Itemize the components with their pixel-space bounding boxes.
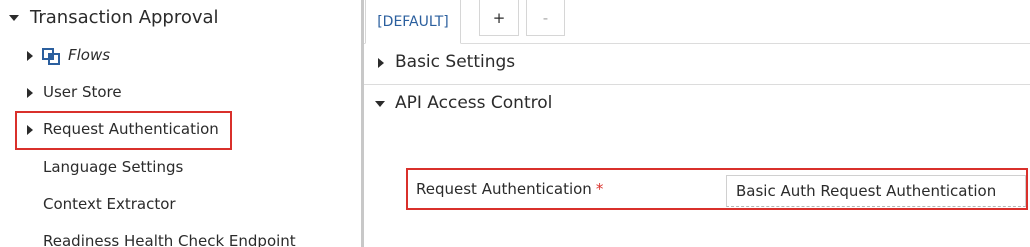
add-tab-button[interactable]: + bbox=[479, 0, 519, 36]
tree-item-label: Context Extractor bbox=[43, 195, 176, 213]
section-api-access-control[interactable]: API Access Control bbox=[364, 85, 1030, 126]
caret-right-icon[interactable] bbox=[27, 88, 33, 98]
field-label: Request Authentication * bbox=[416, 180, 603, 198]
field-label-text: Request Authentication bbox=[416, 180, 592, 198]
tree-item-label: Flows bbox=[68, 46, 111, 64]
tab-bar: [DEFAULT] + - bbox=[364, 0, 1030, 44]
tree-node-label: Transaction Approval bbox=[30, 7, 219, 28]
caret-right-icon[interactable] bbox=[27, 51, 33, 61]
required-marker: * bbox=[595, 180, 604, 198]
tree-item-readiness-health-check[interactable]: Readiness Health Check Endpoint bbox=[0, 228, 361, 247]
request-authentication-field: Request Authentication * bbox=[406, 168, 1028, 210]
request-authentication-input[interactable] bbox=[726, 175, 1026, 207]
caret-down-icon[interactable] bbox=[9, 15, 19, 21]
highlight-frame bbox=[15, 111, 232, 150]
flows-icon bbox=[42, 48, 60, 65]
tree-item-label: User Store bbox=[43, 83, 122, 101]
tree-item-language-settings[interactable]: Language Settings bbox=[0, 154, 361, 182]
tree-item-user-store[interactable]: User Store bbox=[0, 79, 361, 107]
section-title: Basic Settings bbox=[395, 52, 516, 72]
section-basic-settings[interactable]: Basic Settings bbox=[364, 44, 1030, 85]
tab-default[interactable]: [DEFAULT] bbox=[365, 0, 461, 44]
caret-right-icon[interactable] bbox=[378, 58, 384, 68]
caret-down-icon[interactable] bbox=[375, 101, 385, 107]
remove-tab-button[interactable]: - bbox=[526, 0, 565, 36]
app-root: Transaction Approval Flows User Store Re… bbox=[0, 0, 1030, 247]
main-panel: [DEFAULT] + - Basic Settings API Access … bbox=[364, 0, 1030, 247]
navigation-tree: Transaction Approval Flows User Store Re… bbox=[0, 0, 361, 247]
tree-item-flows[interactable]: Flows bbox=[0, 42, 361, 70]
tree-item-context-extractor[interactable]: Context Extractor bbox=[0, 191, 361, 219]
tree-item-label: Readiness Health Check Endpoint bbox=[43, 232, 296, 247]
section-title: API Access Control bbox=[395, 93, 553, 113]
tree-item-label: Language Settings bbox=[43, 158, 184, 176]
